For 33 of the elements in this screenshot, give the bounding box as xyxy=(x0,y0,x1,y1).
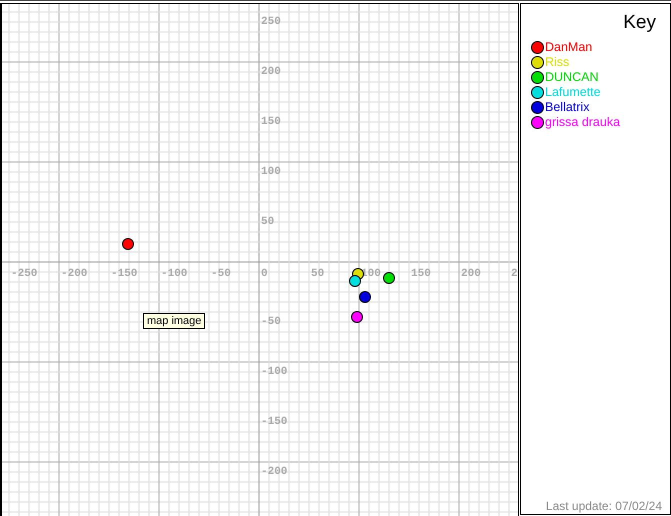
legend-label: DUNCAN xyxy=(545,70,598,84)
axis-label: -150 xyxy=(261,416,288,428)
legend-label: Riss xyxy=(545,55,570,69)
last-update: Last update: 07/02/24 xyxy=(546,499,662,514)
axis-label: -100 xyxy=(261,366,288,378)
axis-label: -150 xyxy=(111,268,138,280)
axis-label: 50 xyxy=(311,268,324,280)
axis-label: 50 xyxy=(261,216,274,228)
legend-label: grissa drauka xyxy=(545,115,620,129)
axis-label: 200 xyxy=(261,66,281,78)
tooltip: map image xyxy=(143,313,206,329)
axis-label: -250 xyxy=(11,268,38,280)
axis-label: 0 xyxy=(261,268,268,280)
legend-label: DanMan xyxy=(545,40,592,54)
axis-label: 2 xyxy=(511,268,518,280)
map-marker[interactable] xyxy=(349,275,361,287)
axis-label: -100 xyxy=(161,268,188,280)
axis-label: 250 xyxy=(261,16,281,28)
axis-label: 200 xyxy=(461,268,481,280)
legend-label: Lafumette xyxy=(545,85,601,99)
legend-label: Bellatrix xyxy=(545,100,590,114)
axis-label: -50 xyxy=(211,268,231,280)
axis-label: -200 xyxy=(261,466,288,478)
map-marker[interactable] xyxy=(351,311,363,323)
axis-label: -200 xyxy=(61,268,88,280)
axis-label: 150 xyxy=(261,116,281,128)
map-marker[interactable] xyxy=(383,272,395,284)
axis-label: -50 xyxy=(261,316,281,328)
map-marker[interactable] xyxy=(359,291,371,303)
axis-label: 100 xyxy=(261,166,281,178)
map-marker[interactable] xyxy=(122,238,134,250)
key-title: Key xyxy=(623,12,656,34)
axis-label: 150 xyxy=(411,268,431,280)
